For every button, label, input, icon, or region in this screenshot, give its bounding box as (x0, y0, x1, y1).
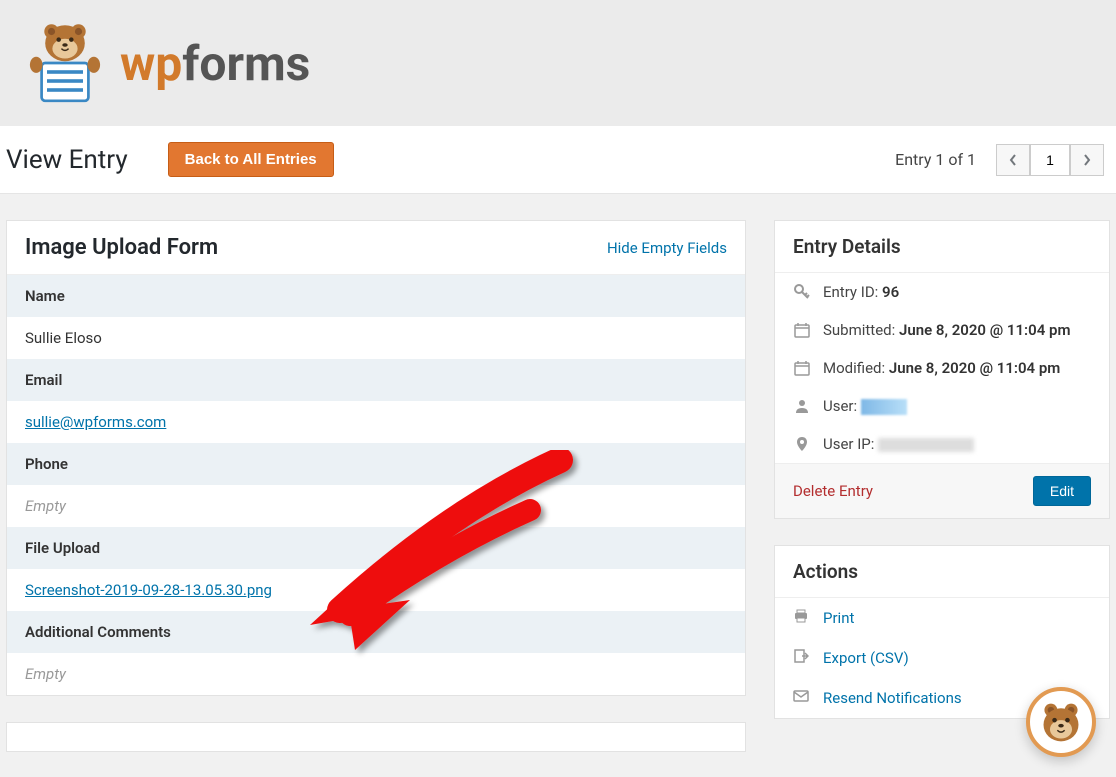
calendar-icon (793, 360, 811, 376)
pager-next-button[interactable] (1070, 144, 1104, 176)
detail-submitted: Submitted: June 8, 2020 @ 11:04 pm (775, 311, 1109, 349)
chevron-left-icon (1008, 153, 1018, 167)
action-export-csv[interactable]: Export (CSV) (775, 638, 1109, 678)
key-icon (793, 284, 811, 300)
entry-fields-panel: Image Upload Form Hide Empty Fields Name… (6, 220, 746, 696)
back-to-entries-button[interactable]: Back to All Entries (168, 142, 334, 177)
field-value-comments: Empty (7, 653, 745, 695)
print-icon (793, 608, 811, 628)
field-label-name: Name (7, 275, 745, 317)
envelope-icon (793, 688, 811, 708)
field-label-phone: Phone (7, 443, 745, 485)
user-icon (793, 398, 811, 414)
location-icon (793, 436, 811, 452)
export-icon (793, 648, 811, 668)
topbar: View Entry Back to All Entries Entry 1 o… (0, 126, 1116, 194)
form-title: Image Upload Form (25, 235, 218, 260)
wpforms-wordmark: wpforms (120, 35, 310, 92)
action-print[interactable]: Print (775, 598, 1109, 638)
pager-page-input[interactable] (1030, 144, 1070, 176)
uploaded-file-link[interactable]: Screenshot-2019-09-28-13.05.30.png (25, 581, 272, 599)
user-redacted (861, 399, 907, 415)
detail-entry-id: Entry ID: 96 (775, 273, 1109, 311)
brand-header: wpforms (0, 0, 1116, 126)
entry-counter: Entry 1 of 1 (895, 150, 976, 169)
chevron-right-icon (1082, 153, 1092, 167)
hide-empty-fields-link[interactable]: Hide Empty Fields (607, 239, 727, 257)
user-ip-redacted (878, 438, 974, 452)
detail-user: User: (775, 387, 1109, 425)
entry-details-title: Entry Details (775, 221, 1109, 273)
email-link[interactable]: sullie@wpforms.com (25, 413, 166, 431)
field-value-name: Sullie Eloso (7, 317, 745, 359)
entry-details-panel: Entry Details Entry ID: 96 Submitted: Ju… (774, 220, 1110, 519)
field-value-phone: Empty (7, 485, 745, 527)
detail-user-ip: User IP: (775, 425, 1109, 463)
field-label-comments: Additional Comments (7, 611, 745, 653)
field-label-file-upload: File Upload (7, 527, 745, 569)
wpforms-bear-logo (20, 18, 110, 108)
edit-button[interactable]: Edit (1033, 476, 1091, 506)
notes-panel (6, 722, 746, 752)
detail-modified: Modified: June 8, 2020 @ 11:04 pm (775, 349, 1109, 387)
delete-entry-link[interactable]: Delete Entry (793, 482, 873, 500)
pager (996, 144, 1104, 176)
calendar-icon (793, 322, 811, 338)
field-value-email: sullie@wpforms.com (7, 401, 745, 443)
field-label-email: Email (7, 359, 745, 401)
pager-prev-button[interactable] (996, 144, 1030, 176)
help-widget-button[interactable] (1026, 687, 1096, 757)
actions-title: Actions (775, 546, 1109, 598)
bear-icon (1038, 699, 1084, 745)
page-title: View Entry (6, 145, 128, 175)
field-value-file-upload: Screenshot-2019-09-28-13.05.30.png (7, 569, 745, 611)
